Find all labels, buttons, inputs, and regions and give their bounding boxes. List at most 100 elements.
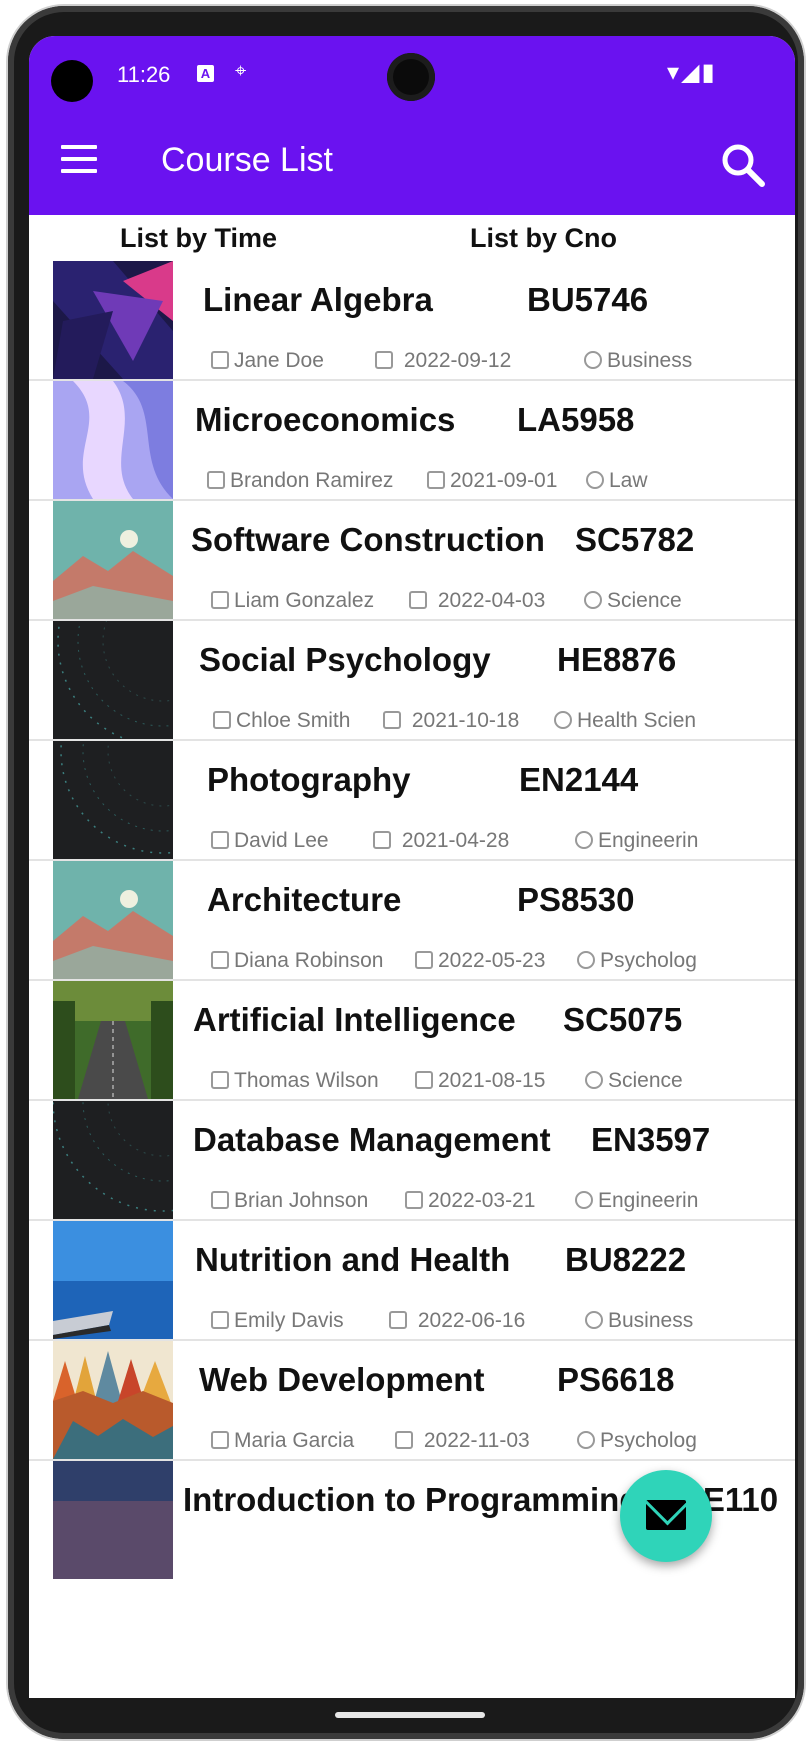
- course-name: Artificial Intelligence: [193, 1001, 516, 1038]
- front-camera: [387, 53, 435, 101]
- department: Engineerin: [575, 1189, 698, 1213]
- course-list: Linear Algebra BU5746 Jane Doe 2022-09-1…: [29, 261, 795, 1579]
- course-thumbnail: [53, 861, 173, 979]
- punch-hole: [51, 60, 93, 102]
- course-thumbnail: [53, 1341, 173, 1459]
- course-code: EN3597: [591, 1121, 711, 1158]
- course-date: 2021-08-15: [415, 1069, 545, 1093]
- teacher-icon: [211, 351, 229, 369]
- course-date: 2021-10-18: [383, 709, 519, 733]
- course-thumbnail: [53, 1461, 173, 1579]
- department: Law: [586, 469, 648, 493]
- department: Psycholog: [577, 1429, 697, 1453]
- course-name: Nutrition and Health: [195, 1241, 511, 1278]
- tab-list-by-cno[interactable]: List by Cno: [470, 223, 617, 254]
- course-code: HE8876: [557, 641, 677, 678]
- teacher: Brian Johnson: [211, 1189, 368, 1213]
- course-thumbnail: [53, 1221, 173, 1339]
- teacher: Diana Robinson: [211, 949, 383, 973]
- calendar-icon: [415, 951, 433, 969]
- list-item[interactable]: Architecture PS8530 Diana Robinson 2022-…: [29, 861, 795, 981]
- teacher: Liam Gonzalez: [211, 589, 374, 613]
- teacher: David Lee: [211, 829, 329, 853]
- course-code: SC5075: [563, 1001, 683, 1038]
- email-fab-button[interactable]: [620, 1470, 712, 1562]
- course-name: Database Management: [193, 1121, 551, 1158]
- info-icon: [575, 1191, 593, 1209]
- department: Business: [584, 349, 692, 373]
- course-date: 2022-05-23: [415, 949, 545, 973]
- tab-bar: List by Time List by Cno: [29, 215, 795, 261]
- list-item[interactable]: Linear Algebra BU5746 Jane Doe 2022-09-1…: [29, 261, 795, 381]
- course-date: 2022-09-12: [375, 349, 511, 373]
- page-title: Course List: [161, 141, 333, 179]
- calendar-icon: [427, 471, 445, 489]
- course-name: Social Psychology: [199, 641, 491, 678]
- list-item[interactable]: Nutrition and Health BU8222 Emily Davis …: [29, 1221, 795, 1341]
- teacher-icon: [211, 591, 229, 609]
- course-date: 2022-06-16: [389, 1309, 525, 1333]
- notification-a-icon: A: [197, 65, 214, 82]
- list-item[interactable]: Artificial Intelligence SC5075 Thomas Wi…: [29, 981, 795, 1101]
- info-icon: [577, 951, 595, 969]
- calendar-icon: [375, 351, 393, 369]
- teacher-icon: [211, 951, 229, 969]
- app-screen: 11:26 A ⌖ ▾◢▮ Course List List by Time L…: [29, 36, 795, 1698]
- course-thumbnail: [53, 621, 173, 739]
- department: Science: [585, 1069, 683, 1093]
- info-icon: [585, 1071, 603, 1089]
- search-icon[interactable]: [717, 139, 767, 189]
- teacher: Brandon Ramirez: [207, 469, 393, 493]
- menu-icon[interactable]: [61, 145, 97, 175]
- list-item[interactable]: Software Construction SC5782 Liam Gonzal…: [29, 501, 795, 621]
- course-date: 2021-09-01: [427, 469, 557, 493]
- department: Business: [585, 1309, 693, 1333]
- list-item[interactable]: Web Development PS6618 Maria Garcia 2022…: [29, 1341, 795, 1461]
- teacher-icon: [207, 471, 225, 489]
- home-indicator[interactable]: [335, 1712, 485, 1718]
- course-thumbnail: [53, 741, 173, 859]
- list-item[interactable]: Microeconomics LA5958 Brandon Ramirez 20…: [29, 381, 795, 501]
- course-name: Web Development: [199, 1361, 485, 1398]
- course-date: 2022-03-21: [405, 1189, 535, 1213]
- course-name: Photography: [207, 761, 411, 798]
- course-thumbnail: [53, 261, 173, 379]
- info-icon: [577, 1431, 595, 1449]
- teacher-icon: [211, 1311, 229, 1329]
- calendar-icon: [389, 1311, 407, 1329]
- teacher: Jane Doe: [211, 349, 324, 373]
- info-icon: [584, 351, 602, 369]
- course-name: Introduction to Programming: [183, 1481, 640, 1518]
- info-icon: [584, 591, 602, 609]
- list-item[interactable]: Photography EN2144 David Lee 2021-04-28 …: [29, 741, 795, 861]
- department: Science: [584, 589, 682, 613]
- course-code: BU8222: [565, 1241, 687, 1278]
- department: Health Scien: [554, 709, 696, 733]
- course-code: BU5746: [527, 281, 649, 318]
- calendar-icon: [373, 831, 391, 849]
- list-item[interactable]: Database Management EN3597 Brian Johnson…: [29, 1101, 795, 1221]
- course-code: EN2144: [519, 761, 639, 798]
- calendar-icon: [415, 1071, 433, 1089]
- teacher: Maria Garcia: [211, 1429, 354, 1453]
- calendar-icon: [409, 591, 427, 609]
- course-thumbnail: [53, 501, 173, 619]
- calendar-icon: [383, 711, 401, 729]
- course-thumbnail: [53, 1101, 173, 1219]
- department: Engineerin: [575, 829, 698, 853]
- signal-battery-icons: ▾◢▮: [667, 59, 717, 86]
- location-icon: ⌖: [235, 60, 247, 82]
- list-item[interactable]: Social Psychology HE8876 Chloe Smith 202…: [29, 621, 795, 741]
- calendar-icon: [405, 1191, 423, 1209]
- tab-list-by-time[interactable]: List by Time: [120, 223, 277, 254]
- course-name: Architecture: [207, 881, 402, 918]
- course-name: Software Construction: [191, 521, 545, 558]
- course-code: LA5958: [517, 401, 635, 438]
- teacher-icon: [211, 1431, 229, 1449]
- info-icon: [554, 711, 572, 729]
- info-icon: [585, 1311, 603, 1329]
- course-code: SC5782: [575, 521, 695, 558]
- department: Psycholog: [577, 949, 697, 973]
- teacher: Emily Davis: [211, 1309, 344, 1333]
- teacher: Thomas Wilson: [211, 1069, 379, 1093]
